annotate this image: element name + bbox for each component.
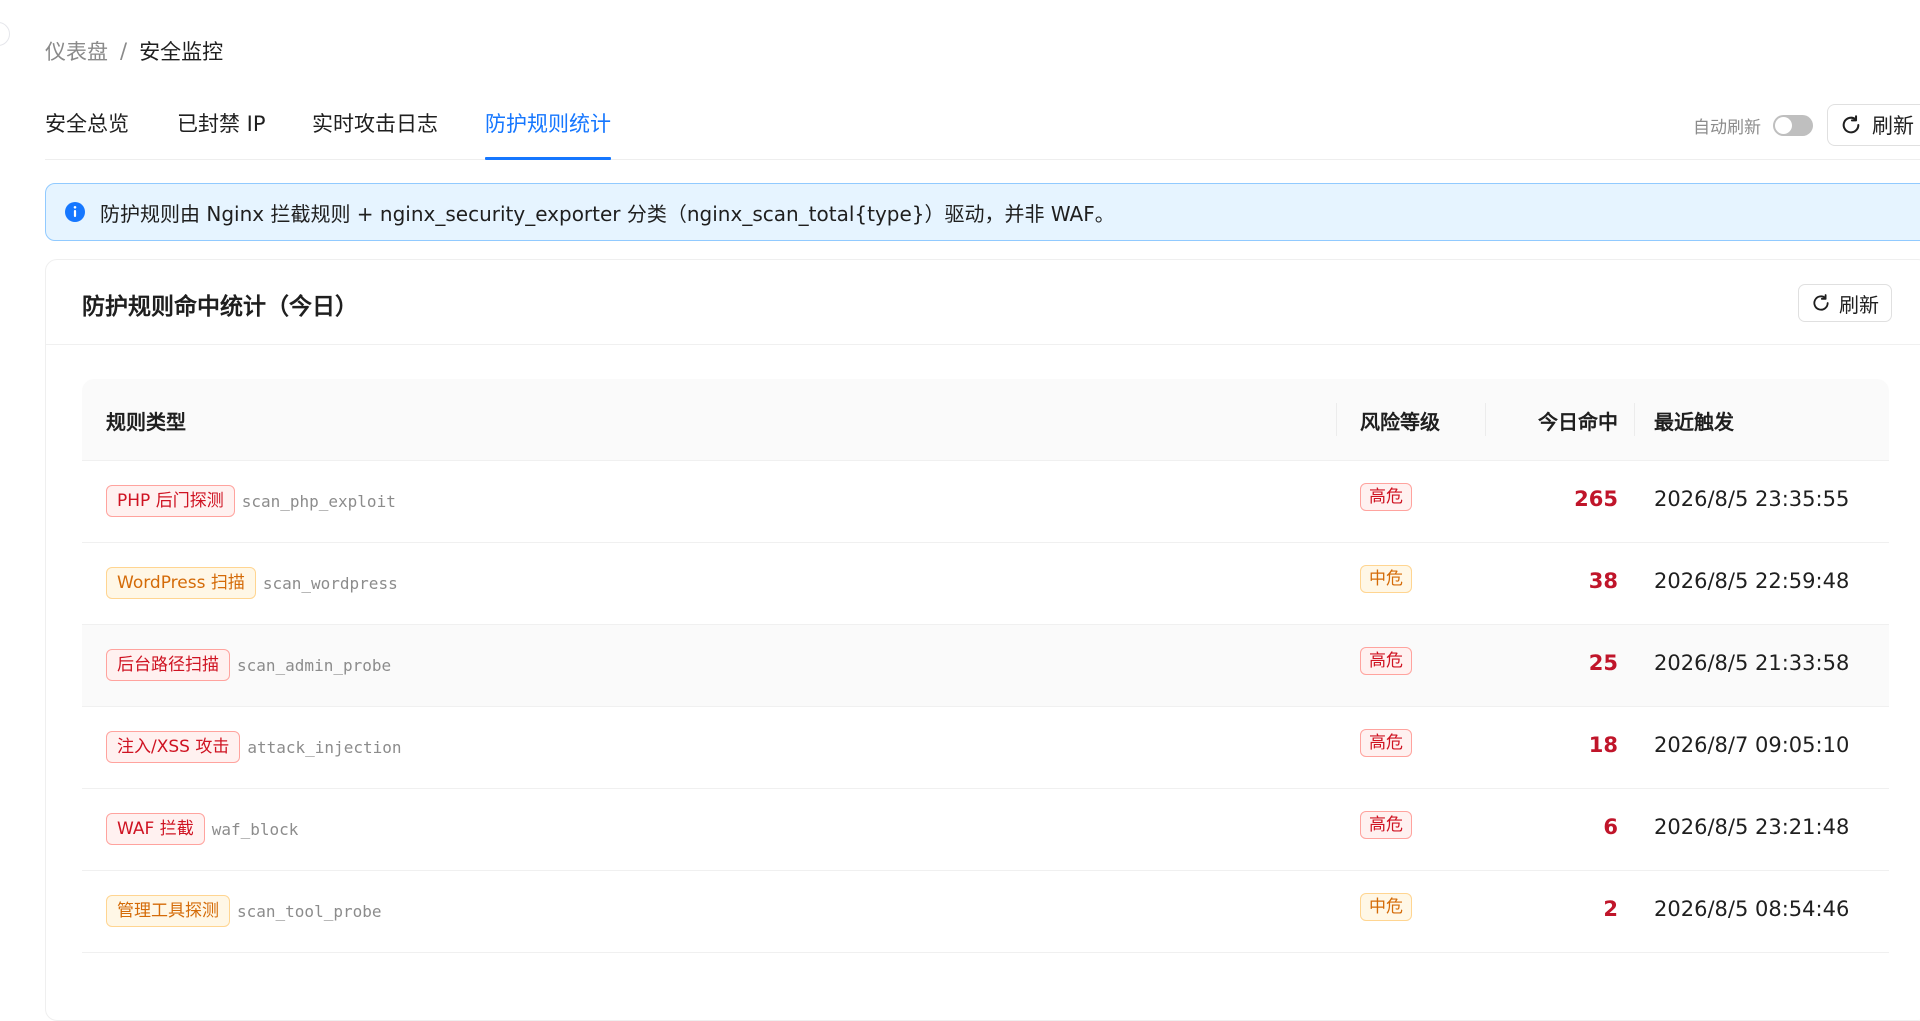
column-header-rule[interactable]: 规则类型 bbox=[106, 406, 186, 435]
last-triggered: 2026/8/7 09:05:10 bbox=[1654, 733, 1850, 757]
info-icon bbox=[64, 201, 86, 223]
risk-badge: 中危 bbox=[1360, 565, 1412, 593]
collapse-handle[interactable] bbox=[0, 22, 10, 46]
rule-code: scan_tool_probe bbox=[237, 901, 382, 921]
rule-code: scan_php_exploit bbox=[241, 491, 396, 511]
risk-cell: 高危 bbox=[1360, 647, 1412, 675]
last-triggered: 2026/8/5 08:54:46 bbox=[1654, 897, 1850, 921]
risk-badge: 高危 bbox=[1360, 483, 1412, 511]
hits-count: 25 bbox=[1588, 651, 1618, 675]
rule-code: attack_injection bbox=[247, 737, 402, 757]
column-header-hits[interactable]: 今日命中 bbox=[1538, 406, 1618, 435]
table-row[interactable]: 后台路径扫描 scan_admin_probe 高危 25 2026/8/5 2… bbox=[82, 625, 1889, 707]
rule-cell: 管理工具探测 scan_tool_probe bbox=[106, 895, 382, 927]
table-header: 规则类型 风险等级 今日命中 最近触发 bbox=[82, 379, 1889, 461]
risk-badge: 中危 bbox=[1360, 893, 1412, 921]
table-row[interactable]: WAF 拦截 waf_block 高危 6 2026/8/5 23:21:48 bbox=[82, 789, 1889, 871]
rule-code: waf_block bbox=[211, 819, 299, 839]
card-title: 防护规则命中统计（今日） bbox=[82, 294, 358, 320]
refresh-icon bbox=[1840, 114, 1862, 136]
risk-badge: 高危 bbox=[1360, 729, 1412, 757]
risk-cell: 中危 bbox=[1360, 565, 1412, 593]
column-divider bbox=[1485, 403, 1486, 436]
hits-count: 18 bbox=[1588, 733, 1618, 757]
hits-count: 38 bbox=[1588, 569, 1618, 593]
last-triggered: 2026/8/5 23:35:55 bbox=[1654, 487, 1850, 511]
card-refresh-button[interactable]: 刷新 bbox=[1798, 284, 1892, 322]
rules-table: 规则类型 风险等级 今日命中 最近触发 PHP 后门探测 scan_php_ex… bbox=[82, 379, 1889, 953]
risk-badge: 高危 bbox=[1360, 811, 1412, 839]
tab-toolbar: 自动刷新 刷新 bbox=[1693, 104, 1920, 146]
table-row[interactable]: PHP 后门探测 scan_php_exploit 高危 265 2026/8/… bbox=[82, 461, 1889, 543]
rule-tag: 管理工具探测 bbox=[106, 895, 230, 927]
rule-cell: WAF 拦截 waf_block bbox=[106, 813, 298, 845]
table-row[interactable]: WordPress 扫描 scan_wordpress 中危 38 2026/8… bbox=[82, 543, 1889, 625]
breadcrumb: 仪表盘 / 安全监控 bbox=[45, 36, 223, 66]
rule-tag: WAF 拦截 bbox=[106, 813, 205, 845]
column-divider bbox=[1336, 403, 1337, 436]
breadcrumb-current: 安全监控 bbox=[139, 40, 224, 64]
rule-tag: 后台路径扫描 bbox=[106, 649, 230, 681]
rule-tag: WordPress 扫描 bbox=[106, 567, 256, 599]
rule-tag: PHP 后门探测 bbox=[106, 485, 235, 517]
rule-cell: PHP 后门探测 scan_php_exploit bbox=[106, 485, 396, 517]
risk-cell: 高危 bbox=[1360, 811, 1412, 839]
rule-cell: WordPress 扫描 scan_wordpress bbox=[106, 567, 398, 599]
risk-cell: 高危 bbox=[1360, 729, 1412, 757]
refresh-icon bbox=[1811, 293, 1831, 313]
risk-cell: 中危 bbox=[1360, 893, 1412, 921]
risk-badge: 高危 bbox=[1360, 647, 1412, 675]
tab-banned-ip[interactable]: 已封禁 IP bbox=[177, 108, 266, 159]
table-row[interactable]: 管理工具探测 scan_tool_probe 中危 2 2026/8/5 08:… bbox=[82, 871, 1889, 953]
auto-refresh-toggle[interactable] bbox=[1773, 114, 1813, 136]
hits-count: 265 bbox=[1574, 487, 1618, 511]
toggle-knob bbox=[1775, 116, 1792, 134]
hits-count: 6 bbox=[1603, 815, 1618, 839]
tab-security-overview[interactable]: 安全总览 bbox=[45, 108, 129, 159]
info-alert: 防护规则由 Nginx 拦截规则 + nginx_security_export… bbox=[45, 183, 1920, 241]
auto-refresh-label: 自动刷新 bbox=[1693, 117, 1761, 138]
tab-protection-rules[interactable]: 防护规则统计 bbox=[485, 108, 611, 160]
tab-bar: 安全总览 已封禁 IP 实时攻击日志 防护规则统计 自动刷新 刷新 bbox=[45, 104, 1920, 160]
alert-text: 防护规则由 Nginx 拦截规则 + nginx_security_export… bbox=[100, 201, 1115, 226]
refresh-button[interactable]: 刷新 bbox=[1827, 104, 1920, 146]
rule-code: scan_admin_probe bbox=[237, 655, 392, 675]
rule-tag: 注入/XSS 攻击 bbox=[106, 731, 241, 763]
rule-code: scan_wordpress bbox=[262, 573, 398, 593]
card-refresh-label: 刷新 bbox=[1839, 292, 1879, 317]
rule-cell: 后台路径扫描 scan_admin_probe bbox=[106, 649, 391, 681]
column-divider bbox=[1634, 403, 1635, 436]
risk-cell: 高危 bbox=[1360, 483, 1412, 511]
refresh-button-label: 刷新 bbox=[1872, 114, 1914, 138]
rule-cell: 注入/XSS 攻击 attack_injection bbox=[106, 731, 401, 763]
breadcrumb-separator: / bbox=[120, 39, 128, 63]
column-header-risk[interactable]: 风险等级 bbox=[1360, 406, 1440, 435]
card-header: 防护规则命中统计（今日） 刷新 bbox=[46, 260, 1920, 345]
last-triggered: 2026/8/5 21:33:58 bbox=[1654, 651, 1850, 675]
table-row[interactable]: 注入/XSS 攻击 attack_injection 高危 18 2026/8/… bbox=[82, 707, 1889, 789]
last-triggered: 2026/8/5 23:21:48 bbox=[1654, 815, 1850, 839]
last-triggered: 2026/8/5 22:59:48 bbox=[1654, 569, 1850, 593]
tab-attack-log[interactable]: 实时攻击日志 bbox=[312, 108, 438, 159]
rule-stats-card: 防护规则命中统计（今日） 刷新 规则类型 风险等级 今日命中 最近触发 PHP … bbox=[45, 259, 1920, 1021]
breadcrumb-dashboard[interactable]: 仪表盘 bbox=[45, 36, 108, 66]
hits-count: 2 bbox=[1603, 897, 1618, 921]
column-header-last[interactable]: 最近触发 bbox=[1654, 406, 1734, 435]
